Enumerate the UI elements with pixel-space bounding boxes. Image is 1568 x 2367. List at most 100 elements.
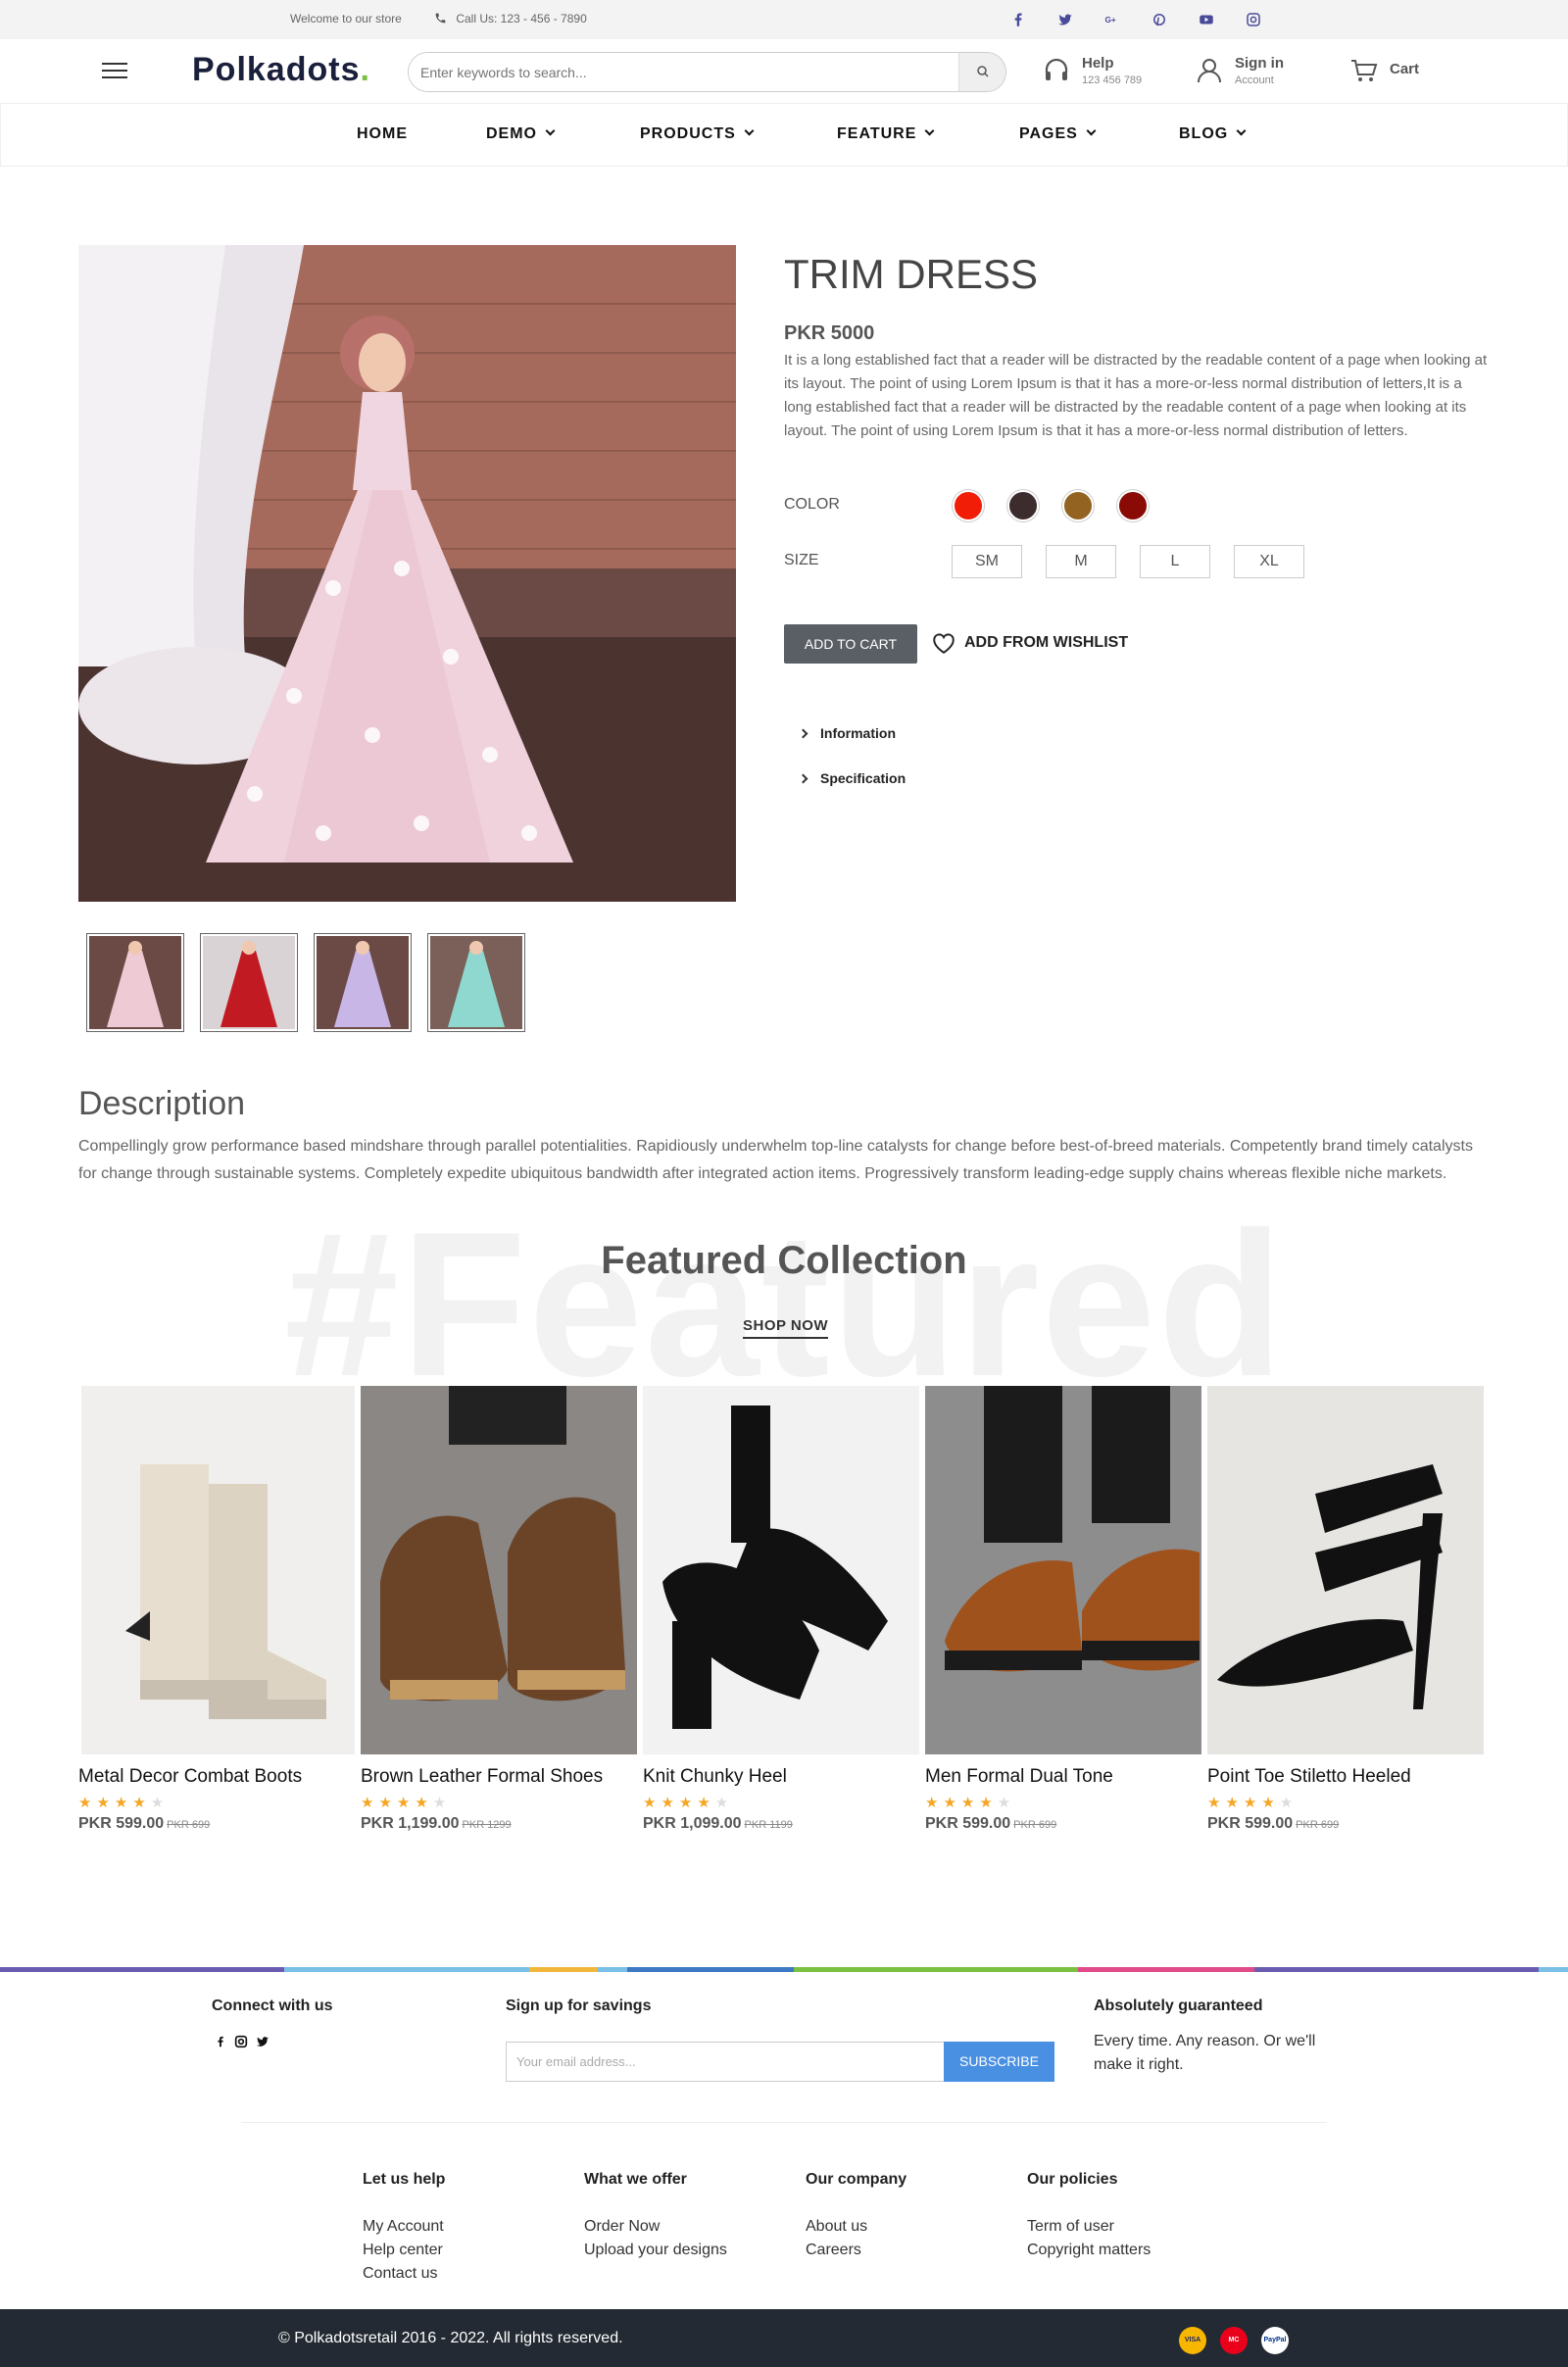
help-link[interactable]: Help 123 456 789 [1041,55,1142,86]
logo-text: Polkadots [192,51,361,88]
product-card[interactable]: Brown Leather Formal Shoes ★★★★★ PKR 1,1… [361,1386,639,1833]
product-card[interactable]: Knit Chunky Heel ★★★★★ PKR 1,099.00 PKR 1… [643,1386,921,1833]
product-name: Point Toe Stiletto Heeled [1207,1766,1411,1787]
size-label: SIZE [784,552,819,568]
footer-divider [241,2122,1327,2123]
top-bar: Welcome to our store Call Us: 123 - 456 … [0,0,1568,39]
footer-link-careers[interactable]: Careers [806,2239,867,2262]
pinterest-icon[interactable] [1151,11,1168,28]
rating-stars: ★★★★★ [1207,1795,1298,1811]
svg-text:G+: G+ [1105,16,1116,25]
chevron-down-icon [744,125,755,136]
product-price: PKR 5000 [784,322,875,344]
search-input[interactable] [409,53,957,91]
product-card[interactable]: Point Toe Stiletto Heeled ★★★★★ PKR 599.… [1207,1386,1486,1833]
instagram-icon[interactable] [233,2034,249,2049]
footer-bottom-bar: © Polkadotsretail 2016 - 2022. All right… [0,2309,1568,2367]
shop-now-link[interactable]: SHOP NOW [743,1317,829,1339]
instagram-icon[interactable] [1245,11,1262,28]
signin-link[interactable]: Sign in Account [1194,55,1284,86]
menu-icon[interactable] [102,63,127,78]
phone-icon [435,13,446,24]
accordion-label: Specification [820,770,906,786]
sale-price: PKR 599.00 [925,1815,1011,1832]
product-card[interactable]: Metal Decor Combat Boots ★★★★★ PKR 599.0… [78,1386,357,1833]
color-swatch-red[interactable] [953,490,984,521]
cart-icon [1351,60,1378,81]
color-label: COLOR [784,496,840,513]
signin-title: Sign in [1235,55,1284,72]
thumbnail-3[interactable] [314,933,412,1032]
add-to-cart-button[interactable]: ADD TO CART [784,624,917,664]
thumbnail-image [317,936,409,1029]
footer-link-upload-designs[interactable]: Upload your designs [584,2239,727,2262]
footer-link-terms[interactable]: Term of user [1027,2215,1151,2239]
accordion-label: Information [820,725,896,741]
product-card[interactable]: Men Formal Dual Tone ★★★★★ PKR 599.00 PKR… [925,1386,1203,1833]
footer-links: Term of user Copyright matters [1027,2215,1151,2262]
google-plus-icon[interactable]: G+ [1103,11,1121,28]
old-price: PKR 699 [1296,1819,1340,1831]
mastercard-icon: MC [1220,2327,1248,2354]
footer-link-about-us[interactable]: About us [806,2215,867,2239]
old-price: PKR 699 [1013,1819,1057,1831]
chevron-down-icon [545,125,556,136]
footer-link-my-account[interactable]: My Account [363,2215,444,2239]
product-price: PKR 1,199.00 PKR 1299 [361,1815,639,1833]
account-label: Account [1235,74,1274,86]
size-option-sm[interactable]: SM [952,545,1022,578]
product-description: It is a long established fact that a rea… [784,352,1488,439]
twitter-icon[interactable] [1056,11,1074,28]
site-logo[interactable]: Polkadots. [192,51,370,89]
newsletter-email-input[interactable]: Your email address... [506,2042,945,2082]
nav-label: BLOG [1179,125,1229,142]
product-image [78,1386,355,1754]
nav-feature[interactable]: FEATURE [837,125,935,143]
youtube-icon[interactable] [1198,11,1215,28]
accordion-specification[interactable]: Specification [798,770,906,786]
search-bar [408,52,1006,92]
add-to-wishlist-button[interactable]: ADD FROM WISHLIST [931,631,1128,655]
nav-label: HOME [357,125,408,142]
help-title: Help [1082,55,1114,72]
twitter-icon[interactable] [255,2034,270,2049]
footer-link-contact-us[interactable]: Contact us [363,2262,444,2286]
search-button[interactable] [958,53,1005,91]
facebook-icon[interactable] [214,2034,227,2049]
wishlist-label: ADD FROM WISHLIST [964,634,1129,651]
footer-links: About us Careers [806,2215,867,2262]
footer-link-copyright[interactable]: Copyright matters [1027,2239,1151,2262]
thumbnail-2[interactable] [200,933,298,1032]
rating-stars: ★★★★★ [925,1795,1016,1811]
footer-col-title: Let us help [363,2171,446,2188]
product-image [643,1386,919,1754]
nav-home[interactable]: HOME [357,125,408,143]
color-swatch-maroon[interactable] [1117,490,1149,521]
color-swatch-mustard[interactable] [1062,490,1094,521]
user-icon [1198,59,1221,83]
signup-title: Sign up for savings [506,1997,652,2014]
size-option-m[interactable]: M [1046,545,1116,578]
rating-stars: ★★★★★ [361,1795,452,1811]
nav-demo[interactable]: DEMO [486,125,556,143]
nav-products[interactable]: PRODUCTS [640,125,755,143]
thumbnail-image [89,936,181,1029]
footer-link-order-now[interactable]: Order Now [584,2215,727,2239]
nav-label: FEATURE [837,125,917,142]
size-option-l[interactable]: L [1140,545,1210,578]
footer-color-stripe [0,1967,1568,1972]
color-swatch-dark-brown[interactable] [1007,490,1039,521]
footer-col-title: What we offer [584,2171,687,2188]
nav-pages[interactable]: PAGES [1019,125,1097,143]
size-option-xl[interactable]: XL [1234,545,1304,578]
footer-link-help-center[interactable]: Help center [363,2239,444,2262]
thumbnail-1[interactable] [86,933,184,1032]
thumbnail-4[interactable] [427,933,525,1032]
nav-blog[interactable]: BLOG [1179,125,1247,143]
accordion-information[interactable]: Information [798,725,896,741]
cart-link[interactable]: Cart [1348,55,1419,86]
copyright-text: © Polkadotsretail 2016 - 2022. All right… [278,2330,623,2346]
visa-icon: VISA [1179,2327,1206,2354]
subscribe-button[interactable]: SUBSCRIBE [944,2042,1054,2082]
facebook-icon[interactable] [1009,11,1027,28]
